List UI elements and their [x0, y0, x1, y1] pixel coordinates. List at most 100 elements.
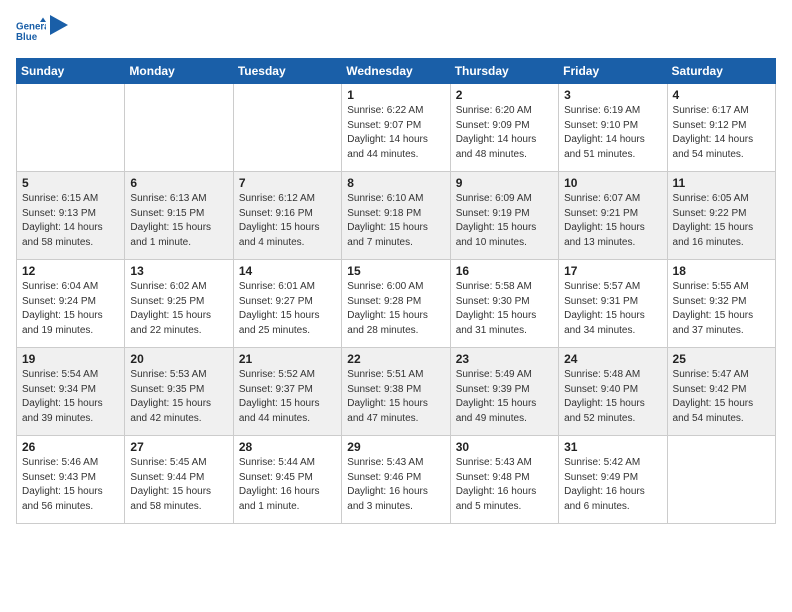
day-number: 2 [456, 88, 553, 102]
day-number: 23 [456, 352, 553, 366]
calendar-cell: 17Sunrise: 5:57 AM Sunset: 9:31 PM Dayli… [559, 260, 667, 348]
calendar-cell: 4 Sunrise: 6:17 AM Sunset: 9:12 PM Daylig… [667, 84, 775, 172]
header-saturday: Saturday [667, 59, 775, 84]
day-number: 11 [673, 176, 770, 190]
logo: General Blue [16, 16, 68, 46]
svg-text:General: General [16, 22, 46, 33]
day-number: 4 [673, 88, 770, 102]
day-info: Sunrise: 5:43 AM Sunset: 9:46 PM Dayligh… [347, 456, 444, 514]
day-info: Sunrise: 6:04 AM Sunset: 9:24 PM Dayligh… [22, 280, 119, 338]
day-number: 13 [130, 264, 227, 278]
day-info: Sunrise: 5:53 AM Sunset: 9:35 PM Dayligh… [130, 368, 227, 426]
day-number: 19 [22, 352, 119, 366]
day-number: 29 [347, 440, 444, 454]
day-info: Sunrise: 5:51 AM Sunset: 9:38 PM Dayligh… [347, 368, 444, 426]
header-monday: Monday [125, 59, 233, 84]
day-number: 21 [239, 352, 336, 366]
day-number: 14 [239, 264, 336, 278]
day-info: Sunrise: 6:07 AM Sunset: 9:21 PM Dayligh… [564, 192, 661, 250]
calendar-cell: 26Sunrise: 5:46 AM Sunset: 9:43 PM Dayli… [17, 436, 125, 524]
calendar-cell: 8Sunrise: 6:10 AM Sunset: 9:18 PM Daylig… [342, 172, 450, 260]
logo-triangle-icon [50, 15, 68, 37]
calendar-cell: 1 Sunrise: 6:22 AM Sunset: 9:07 PM Daylig… [342, 84, 450, 172]
day-number: 10 [564, 176, 661, 190]
calendar-week-row: 26Sunrise: 5:46 AM Sunset: 9:43 PM Dayli… [17, 436, 776, 524]
header-tuesday: Tuesday [233, 59, 341, 84]
day-number: 5 [22, 176, 119, 190]
day-number: 24 [564, 352, 661, 366]
calendar-week-row: 19 Sunrise: 5:54 AM Sunset: 9:34 PM Dayli… [17, 348, 776, 436]
day-number: 3 [564, 88, 661, 102]
calendar-cell: 24 Sunrise: 5:48 AM Sunset: 9:40 PM Dayli… [559, 348, 667, 436]
day-info: Sunrise: 5:54 AM Sunset: 9:34 PM Dayligh… [22, 368, 119, 426]
header-sunday: Sunday [17, 59, 125, 84]
header-friday: Friday [559, 59, 667, 84]
calendar-cell: 25Sunrise: 5:47 AM Sunset: 9:42 PM Dayli… [667, 348, 775, 436]
day-info: Sunrise: 6:02 AM Sunset: 9:25 PM Dayligh… [130, 280, 227, 338]
day-info: Sunrise: 5:55 AM Sunset: 9:32 PM Dayligh… [673, 280, 770, 338]
calendar-cell [233, 84, 341, 172]
day-info: Sunrise: 6:15 AM Sunset: 9:13 PM Dayligh… [22, 192, 119, 250]
day-info: Sunrise: 5:43 AM Sunset: 9:48 PM Dayligh… [456, 456, 553, 514]
day-number: 25 [673, 352, 770, 366]
page-header: General Blue [16, 16, 776, 46]
day-number: 18 [673, 264, 770, 278]
day-number: 12 [22, 264, 119, 278]
day-info: Sunrise: 6:05 AM Sunset: 9:22 PM Dayligh… [673, 192, 770, 250]
day-info: Sunrise: 6:22 AM Sunset: 9:07 PM Dayligh… [347, 104, 444, 162]
day-number: 17 [564, 264, 661, 278]
calendar-cell: 22Sunrise: 5:51 AM Sunset: 9:38 PM Dayli… [342, 348, 450, 436]
calendar-cell: 29 Sunrise: 5:43 AM Sunset: 9:46 PM Dayli… [342, 436, 450, 524]
calendar-week-row: 5 Sunrise: 6:15 AM Sunset: 9:13 PM Daylig… [17, 172, 776, 260]
calendar-cell: 10 Sunrise: 6:07 AM Sunset: 9:21 PM Dayli… [559, 172, 667, 260]
day-info: Sunrise: 5:48 AM Sunset: 9:40 PM Dayligh… [564, 368, 661, 426]
calendar-cell: 20 Sunrise: 5:53 AM Sunset: 9:35 PM Dayli… [125, 348, 233, 436]
calendar-cell: 13 Sunrise: 6:02 AM Sunset: 9:25 PM Dayli… [125, 260, 233, 348]
calendar-cell [125, 84, 233, 172]
day-info: Sunrise: 6:19 AM Sunset: 9:10 PM Dayligh… [564, 104, 661, 162]
calendar-cell: 14 Sunrise: 6:01 AM Sunset: 9:27 PM Dayli… [233, 260, 341, 348]
day-info: Sunrise: 6:01 AM Sunset: 9:27 PM Dayligh… [239, 280, 336, 338]
calendar-header-row: SundayMondayTuesdayWednesdayThursdayFrid… [17, 59, 776, 84]
day-info: Sunrise: 5:45 AM Sunset: 9:44 PM Dayligh… [130, 456, 227, 514]
day-info: Sunrise: 6:20 AM Sunset: 9:09 PM Dayligh… [456, 104, 553, 162]
day-info: Sunrise: 6:10 AM Sunset: 9:18 PM Dayligh… [347, 192, 444, 250]
calendar-cell: 19 Sunrise: 5:54 AM Sunset: 9:34 PM Dayli… [17, 348, 125, 436]
header-wednesday: Wednesday [342, 59, 450, 84]
svg-text:Blue: Blue [16, 32, 38, 43]
calendar-cell: 3 Sunrise: 6:19 AM Sunset: 9:10 PM Daylig… [559, 84, 667, 172]
day-number: 15 [347, 264, 444, 278]
day-number: 31 [564, 440, 661, 454]
calendar-cell: 21 Sunrise: 5:52 AM Sunset: 9:37 PM Dayli… [233, 348, 341, 436]
calendar-week-row: 12 Sunrise: 6:04 AM Sunset: 9:24 PM Dayli… [17, 260, 776, 348]
day-number: 9 [456, 176, 553, 190]
day-info: Sunrise: 6:17 AM Sunset: 9:12 PM Dayligh… [673, 104, 770, 162]
day-number: 26 [22, 440, 119, 454]
calendar-cell [667, 436, 775, 524]
calendar-cell: 2 Sunrise: 6:20 AM Sunset: 9:09 PM Daylig… [450, 84, 558, 172]
calendar-cell: 6Sunrise: 6:13 AM Sunset: 9:15 PM Daylig… [125, 172, 233, 260]
header-thursday: Thursday [450, 59, 558, 84]
day-info: Sunrise: 5:42 AM Sunset: 9:49 PM Dayligh… [564, 456, 661, 514]
day-number: 1 [347, 88, 444, 102]
day-number: 16 [456, 264, 553, 278]
calendar-cell: 11 Sunrise: 6:05 AM Sunset: 9:22 PM Dayli… [667, 172, 775, 260]
day-info: Sunrise: 6:13 AM Sunset: 9:15 PM Dayligh… [130, 192, 227, 250]
calendar-cell: 28Sunrise: 5:44 AM Sunset: 9:45 PM Dayli… [233, 436, 341, 524]
day-info: Sunrise: 5:52 AM Sunset: 9:37 PM Dayligh… [239, 368, 336, 426]
day-info: Sunrise: 5:49 AM Sunset: 9:39 PM Dayligh… [456, 368, 553, 426]
logo-icon: General Blue [16, 16, 46, 46]
calendar-cell: 7 Sunrise: 6:12 AM Sunset: 9:16 PM Daylig… [233, 172, 341, 260]
day-number: 20 [130, 352, 227, 366]
calendar-cell [17, 84, 125, 172]
day-number: 30 [456, 440, 553, 454]
calendar-cell: 30 Sunrise: 5:43 AM Sunset: 9:48 PM Dayli… [450, 436, 558, 524]
day-info: Sunrise: 6:09 AM Sunset: 9:19 PM Dayligh… [456, 192, 553, 250]
day-info: Sunrise: 6:12 AM Sunset: 9:16 PM Dayligh… [239, 192, 336, 250]
calendar-cell: 27Sunrise: 5:45 AM Sunset: 9:44 PM Dayli… [125, 436, 233, 524]
calendar-cell: 15Sunrise: 6:00 AM Sunset: 9:28 PM Dayli… [342, 260, 450, 348]
day-number: 7 [239, 176, 336, 190]
calendar-table: SundayMondayTuesdayWednesdayThursdayFrid… [16, 58, 776, 524]
calendar-week-row: 1 Sunrise: 6:22 AM Sunset: 9:07 PM Daylig… [17, 84, 776, 172]
calendar-cell: 23 Sunrise: 5:49 AM Sunset: 9:39 PM Dayli… [450, 348, 558, 436]
